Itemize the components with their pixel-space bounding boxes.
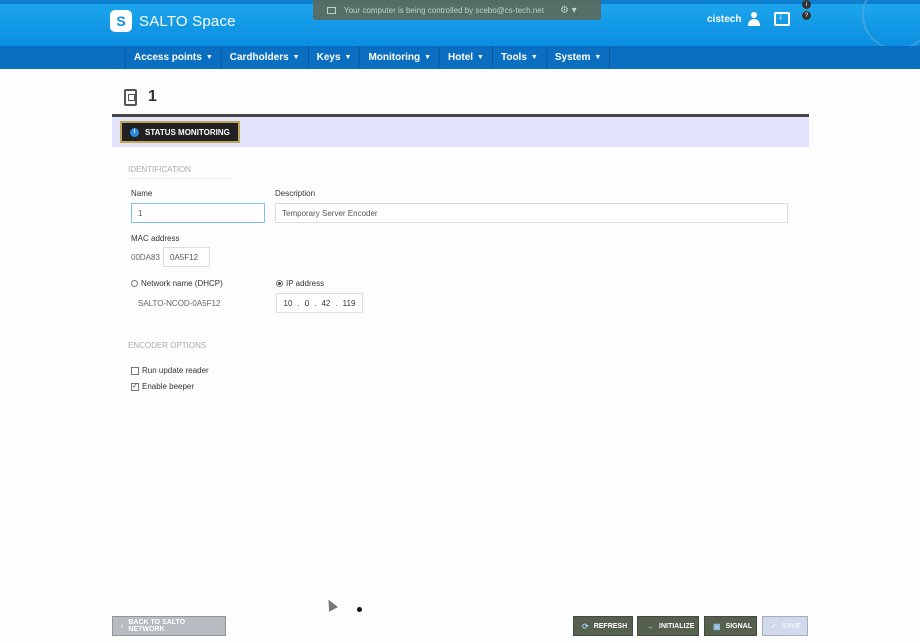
gear-icon[interactable]: ⚙ ▾ xyxy=(560,5,577,16)
help-icon[interactable]: ? xyxy=(802,11,811,20)
signal-label: SIGNAL xyxy=(725,622,753,630)
page-header: 1 xyxy=(124,88,157,106)
info-icon: i xyxy=(130,127,139,137)
download-icon[interactable] xyxy=(774,11,790,26)
name-label: Name xyxy=(131,189,153,198)
ip-separator: . xyxy=(335,298,338,308)
chevron-left-icon: ‹ xyxy=(121,622,124,630)
ip-octet-3[interactable]: 42 xyxy=(321,299,330,308)
encoder-icon xyxy=(124,88,137,106)
page-title: 1 xyxy=(148,88,157,105)
dhcp-radio-option[interactable]: Network name (DHCP) xyxy=(131,279,223,288)
nav-label: Tools xyxy=(500,52,527,63)
main-nav: Access points ▼ Cardholders ▼ Keys ▼ Monito… xyxy=(125,46,611,69)
nav-label: Access points xyxy=(134,52,202,63)
refresh-label: REFRESH xyxy=(593,622,628,630)
save-label: SAVE xyxy=(781,622,801,630)
mac-prefix: 00DA83 xyxy=(131,253,160,262)
monitor-icon xyxy=(327,6,336,14)
run-update-reader-option[interactable]: Run update reader xyxy=(131,366,209,375)
ip-label: IP address xyxy=(286,279,325,288)
dhcp-label: Network name (DHCP) xyxy=(141,279,223,288)
tab-status-monitoring[interactable]: i STATUS MONITORING xyxy=(120,121,240,143)
mac-address-label: MAC address xyxy=(131,234,180,243)
user-icon xyxy=(747,12,761,26)
mac-address-input[interactable]: 0A5F12 xyxy=(163,247,210,267)
caret-down-icon: ▼ xyxy=(530,54,538,61)
ip-octet-1[interactable]: 10 xyxy=(284,299,293,308)
ip-octet-2[interactable]: 0 xyxy=(305,299,309,308)
nav-keys[interactable]: Keys ▼ xyxy=(307,46,360,69)
salto-logo-icon: S xyxy=(110,10,132,32)
ip-octet-4[interactable]: 119 xyxy=(343,299,356,308)
section-encoder-options: ENCODER OPTIONS xyxy=(128,341,207,350)
nav-cardholders[interactable]: Cardholders ▼ xyxy=(220,46,308,69)
back-to-salto-network-button[interactable]: ‹ BACK TO SALTO NETWORK xyxy=(112,616,226,636)
dhcp-radio[interactable] xyxy=(131,280,138,287)
caret-down-icon: ▼ xyxy=(292,54,300,61)
tab-strip: i STATUS MONITORING xyxy=(112,114,809,147)
name-input[interactable]: 1 xyxy=(131,203,265,223)
nav-tools[interactable]: Tools ▼ xyxy=(491,46,546,69)
info-icon[interactable]: i xyxy=(802,0,811,9)
ip-address-input[interactable]: 10 . 0 . 42 . 119 xyxy=(276,293,363,313)
enable-beeper-checkbox[interactable]: ✓ xyxy=(131,382,139,391)
nav-system[interactable]: System ▼ xyxy=(545,46,611,69)
signal-icon: ▣ xyxy=(713,621,721,631)
user-menu[interactable]: cistech xyxy=(707,12,761,26)
app-name: SALTO Space xyxy=(139,12,236,30)
ip-radio[interactable] xyxy=(276,280,283,287)
save-button[interactable]: ✓ SAVE xyxy=(762,616,808,636)
caret-down-icon: ▼ xyxy=(477,54,484,61)
enable-beeper-option[interactable]: ✓ Enable beeper xyxy=(131,382,194,391)
app-logo[interactable]: S SALTO Space xyxy=(110,10,236,32)
ip-radio-option[interactable]: IP address xyxy=(276,279,324,288)
user-name: cistech xyxy=(707,13,742,25)
caret-down-icon: ▼ xyxy=(594,54,602,61)
description-label: Description xyxy=(275,189,316,198)
nav-label: System xyxy=(554,52,591,63)
nav-label: Hotel xyxy=(448,52,474,63)
remote-banner-text: Your computer is being controlled by sce… xyxy=(344,5,544,15)
nav-hotel[interactable]: Hotel ▼ xyxy=(439,46,492,69)
ip-separator: . xyxy=(314,298,317,308)
arrow-right-icon: → xyxy=(646,621,654,631)
dhcp-network-name: SALTO-NCOD-0A5F12 xyxy=(138,299,221,308)
refresh-button[interactable]: ⟳ REFRESH xyxy=(573,616,633,636)
ip-separator: . xyxy=(297,298,300,308)
initialize-button[interactable]: → INITIALIZE xyxy=(637,616,699,636)
caret-down-icon: ▼ xyxy=(424,54,432,61)
run-update-reader-checkbox[interactable] xyxy=(131,366,139,375)
section-identification: IDENTIFICATION xyxy=(128,165,233,179)
run-update-reader-label: Run update reader xyxy=(142,366,209,375)
check-icon: ✓ xyxy=(771,623,777,630)
back-button-label: BACK TO SALTO NETWORK xyxy=(128,619,186,633)
nav-label: Cardholders xyxy=(229,52,289,63)
refresh-icon: ⟳ xyxy=(582,621,589,631)
nav-monitoring[interactable]: Monitoring ▼ xyxy=(359,46,439,69)
remote-control-banner[interactable]: Your computer is being controlled by sce… xyxy=(313,0,601,20)
nav-label: Keys xyxy=(316,52,341,63)
initialize-label: INITIALIZE xyxy=(659,622,695,630)
description-input[interactable]: Temporary Server Encoder xyxy=(275,203,788,223)
signal-button[interactable]: ▣ SIGNAL xyxy=(704,616,757,636)
nav-access-points[interactable]: Access points ▼ xyxy=(125,46,221,69)
cursor-dot xyxy=(357,607,362,612)
enable-beeper-label: Enable beeper xyxy=(142,382,195,391)
help-icons: i ? xyxy=(802,0,811,20)
mouse-cursor-icon xyxy=(324,597,338,612)
tab-label: STATUS MONITORING xyxy=(145,127,230,137)
caret-down-icon: ▼ xyxy=(205,54,213,61)
caret-down-icon: ▼ xyxy=(344,54,352,61)
nav-label: Monitoring xyxy=(368,52,421,63)
